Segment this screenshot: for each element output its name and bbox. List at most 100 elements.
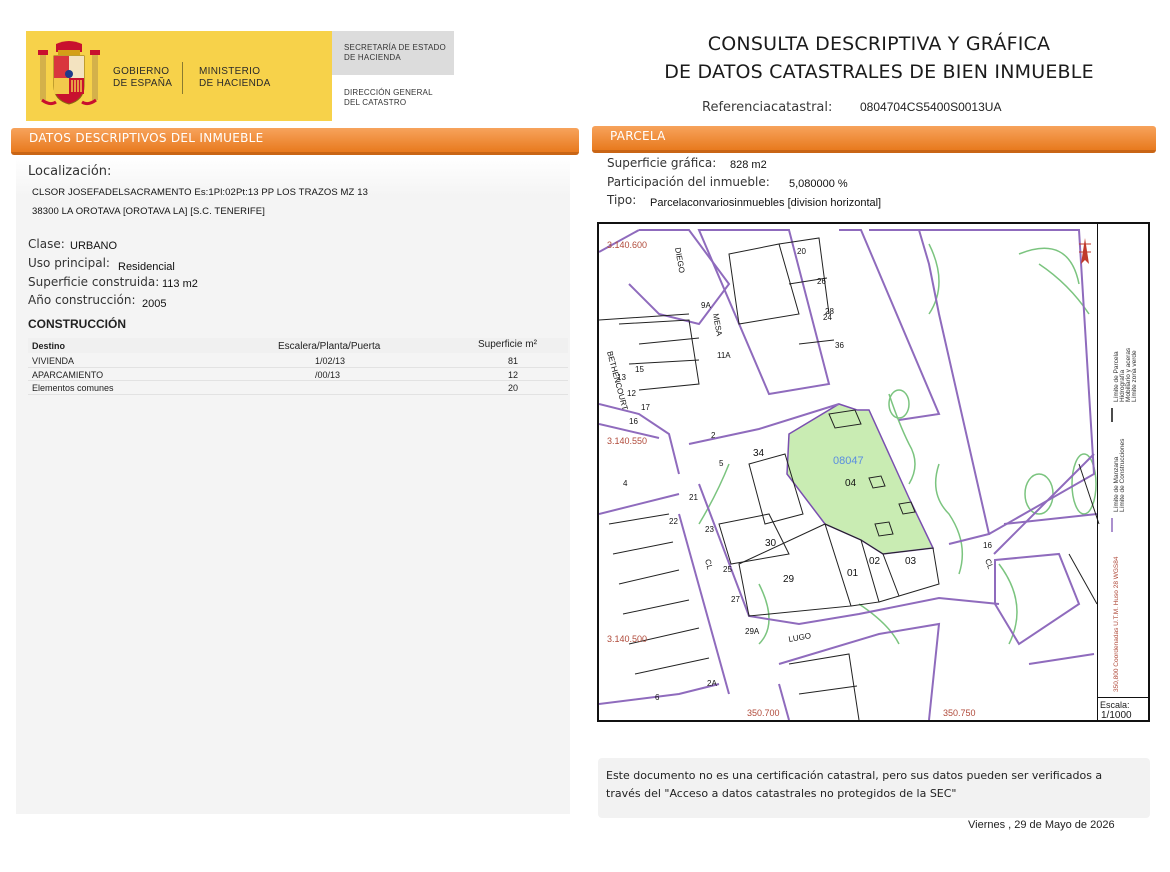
sup-grafica-label: Superficie gráfica:	[607, 156, 717, 170]
col-superficie: Superficie m²	[478, 339, 537, 350]
descriptive-panel	[16, 156, 570, 814]
secretaria-box: SECRETARÍA DE ESTADO DE HACIENDA	[332, 31, 454, 75]
scale-value: 1/1000	[1101, 710, 1132, 721]
construction-line	[778, 237, 835, 345]
row-2-escalera: /00/13	[315, 370, 341, 380]
construccion-heading: CONSTRUCCIÓN	[28, 317, 126, 331]
block-number: 9A	[701, 301, 711, 310]
row-2-destino: APARCAMIENTO	[32, 370, 104, 380]
construction-line	[728, 243, 800, 325]
address-line-1: CLSOR JOSEFADELSACRAMENTO Es:1Pl:02Pt:13…	[32, 187, 368, 198]
block-number: 34	[753, 448, 765, 459]
row-2-superficie: 12	[508, 370, 519, 380]
block-number: 24	[823, 313, 832, 322]
row-divider	[28, 394, 568, 395]
coord-x-right: 350.750	[943, 708, 976, 718]
document-date: Viernes , 29 de Mayo de 2026	[968, 819, 1115, 831]
sup-grafica-value: 828 m2	[730, 159, 767, 171]
block-number: 36	[835, 341, 844, 350]
street-label: MESA	[711, 313, 724, 338]
block-number: 26	[817, 277, 826, 286]
block-number: 12	[627, 389, 636, 398]
street-label: CL	[983, 558, 995, 571]
legend-label: Límite zona verde	[1131, 350, 1138, 402]
block-number: 5	[719, 459, 724, 468]
block-boundary	[697, 229, 831, 396]
row-1-destino: VIVIENDA	[32, 356, 75, 366]
superficie-label: Superficie construida:	[28, 275, 160, 289]
block-boundary	[839, 229, 941, 421]
block-number: 6	[655, 693, 660, 702]
construction-line	[608, 513, 710, 675]
block-number: 4	[623, 479, 628, 488]
disclaimer-note: Este documento no es una certificación c…	[598, 758, 1150, 818]
parcel-code: 08047	[833, 455, 864, 467]
block-boundary	[778, 683, 790, 720]
block-number: 2	[711, 431, 716, 440]
tipo-value: Parcelaconvariosinmuebles [division hori…	[650, 197, 882, 209]
construction-line	[628, 337, 700, 365]
block-number: 03	[905, 556, 917, 567]
row-3-destino: Elementos comunes	[32, 383, 114, 393]
reference-label: Referenciacatastral:	[702, 100, 833, 115]
block-number: 21	[689, 493, 698, 502]
cadastral-map: 3.140.600 3.140.550 3.140.500 350.700 35…	[597, 222, 1150, 722]
street-label: LUGO	[788, 631, 812, 644]
logo-ministry-text: MINISTERIO DE HACIENDA	[199, 66, 271, 89]
section-bar-parcela: PARCELA	[592, 126, 1156, 153]
block-boundary	[599, 493, 680, 515]
coord-y-bottom: 3.140.500	[607, 634, 647, 644]
col-escalera: Escalera/Planta/Puerta	[278, 341, 381, 352]
block-number: 20	[797, 247, 806, 256]
superficie-value: 113 m2	[162, 278, 198, 290]
row-1-superficie: 81	[508, 356, 519, 366]
block-number: 22	[669, 517, 678, 526]
block-number: 01	[847, 568, 859, 579]
block-number: 17	[641, 403, 650, 412]
block-number: 13	[617, 373, 626, 382]
direccion-text: DIRECCIÓN GENERAL DEL CATASTRO	[344, 88, 433, 107]
block-number: 16	[629, 417, 638, 426]
block-number: 02	[869, 556, 881, 567]
clase-value: URBANO	[70, 240, 118, 252]
participacion-label: Participación del inmueble:	[607, 175, 770, 189]
coord-x-left: 350.700	[747, 708, 780, 718]
reference-value: 0804704CS5400S0013UA	[860, 100, 1002, 114]
street-label: CL	[703, 558, 714, 571]
row-divider	[28, 367, 568, 368]
greenzone-line	[934, 463, 964, 575]
scale-box: Escala: 1/1000	[1097, 697, 1150, 722]
coord-note: 350,800 Coordenadas U.T.M. Huso 28 WGS84	[1113, 556, 1120, 692]
coord-y-top: 3.140.600	[607, 240, 647, 250]
section-bar-descriptivos: DATOS DESCRIPTIVOS DEL INMUEBLE	[11, 128, 579, 155]
col-destino: Destino	[32, 341, 66, 351]
block-boundary	[1003, 513, 1098, 525]
construction-line	[788, 653, 860, 720]
block-number: 16	[983, 541, 992, 550]
address-line-2: 38300 LA OROTAVA [OROTAVA LA] [S.C. TENE…	[32, 206, 265, 217]
block-number: 15	[635, 365, 644, 374]
block-boundary	[993, 453, 1095, 555]
row-3-superficie: 20	[508, 383, 519, 393]
block-boundary	[994, 552, 1081, 646]
logo-gov-text: GOBIERNO DE ESPAÑA	[113, 66, 173, 89]
greenzone-line	[998, 563, 1018, 645]
map-drawing: 3.140.600 3.140.550 3.140.500 350.700 35…	[599, 229, 1100, 720]
coat-of-arms-icon	[38, 41, 100, 106]
anio-label: Año construcción:	[28, 293, 136, 307]
block-number: 30	[765, 538, 777, 549]
block-number: 29A	[745, 627, 760, 636]
logo-divider	[182, 62, 183, 94]
uso-value: Residencial	[118, 261, 175, 273]
construction-line	[738, 523, 852, 617]
row-divider	[28, 380, 568, 381]
participacion-value: 5,080000 %	[789, 178, 848, 190]
block-number: 25	[723, 565, 732, 574]
block-number: 27	[731, 595, 740, 604]
anio-value: 2005	[142, 298, 167, 310]
block-number: 11A	[717, 351, 731, 360]
note-line-1: Este documento no es una certificación c…	[606, 769, 1103, 782]
block-number: 2A	[707, 679, 717, 688]
block-boundary	[919, 229, 1096, 535]
legend-label: Límite de Construcciones	[1119, 438, 1126, 512]
